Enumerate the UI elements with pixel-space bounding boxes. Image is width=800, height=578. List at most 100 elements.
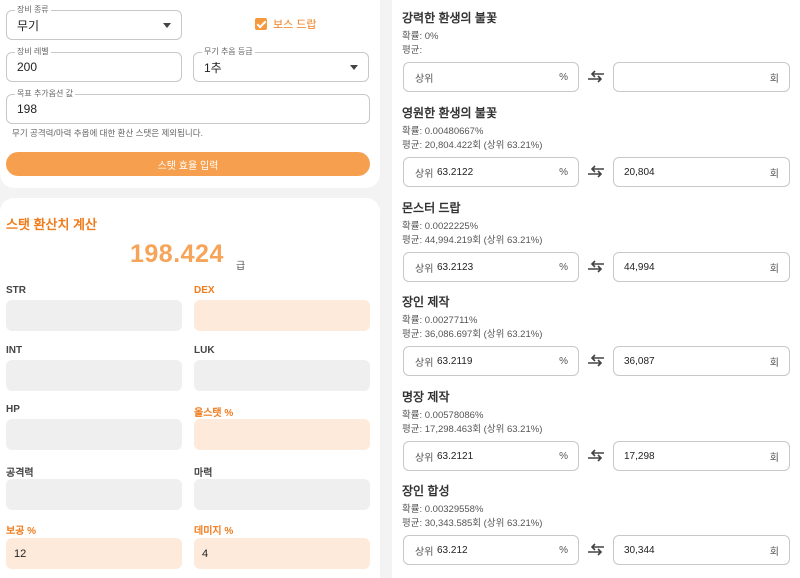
flame-avg: 평균: 36,086.697회 (상위 63.21%) [402,329,543,340]
stat-label-damage: 데미지 % [194,526,234,537]
stat-label-str: STR [6,285,26,296]
percentile-prefix: 상위 [415,357,434,369]
stat-input-magic[interactable] [194,479,370,510]
flame-grade-value: 1추 [204,60,222,75]
calc-title: 스탯 환산치 계산 [6,217,97,232]
count-value: 20,804 [624,166,655,178]
percentile-value: 63.2122 [437,166,474,178]
stat-input-damage[interactable]: 4 [194,538,370,569]
stat-input-allstat[interactable] [194,419,370,450]
target-option-input[interactable]: 목표 추가옵션 값 198 [6,89,370,124]
count-suffix: 회 [769,357,779,369]
stat-input-dex[interactable] [194,300,370,331]
count-value: 36,087 [624,355,655,367]
flame-title: 명장 제작 [402,390,450,404]
count-suffix: 회 [769,546,779,558]
flame-section: 강력한 환생의 불꽃 확률: 0% 평균: 상위 % 회 [392,0,800,94]
flame-title: 몬스터 드랍 [402,201,461,215]
stat-label-luk: LUK [194,345,215,356]
count-value: 30,344 [624,544,655,556]
flame-avg: 평균: 30,343.585회 (상위 63.21%) [402,518,543,529]
percentile-value: 63.2123 [437,261,474,273]
equip-level-value: 200 [17,60,38,74]
flame-section: 몬스터 드랍 확률: 0.0022225% 평균: 44,994.219회 (상… [392,190,800,284]
helper-text: 무기 공격력/마력 추옵에 대한 환산 스탯은 제외됩니다. [12,128,203,138]
percentile-input[interactable]: 상위 63.2119 % [403,346,579,376]
flame-title: 강력한 환생의 불꽃 [402,11,497,25]
percentile-input[interactable]: 상위 63.2121 % [403,441,579,471]
percentile-suffix: % [559,544,568,556]
checkbox-checked-icon[interactable] [255,18,267,30]
percentile-input[interactable]: 상위 % [403,62,579,92]
percentile-prefix: 상위 [415,263,434,275]
chevron-down-icon [163,23,171,28]
stat-label-magic: 마력 [194,468,213,479]
count-input[interactable]: 회 [613,62,790,92]
stat-input-attack[interactable] [6,479,182,510]
count-value: 44,994 [624,261,655,273]
percentile-value: 63.2119 [437,355,473,367]
count-suffix: 회 [769,263,779,275]
stat-input-hp[interactable] [6,419,182,450]
swap-arrows-icon[interactable] [586,68,606,86]
stat-label-hp: HP [6,404,20,415]
flame-grade-select[interactable]: 무기 추옵 등급 1추 [193,47,369,82]
stat-input-luk[interactable] [194,360,370,391]
count-value: 17,298 [624,450,655,462]
flame-prob: 확률: 0.00578086% [402,410,484,421]
flame-avg: 평균: [402,45,423,56]
flame-avg: 평균: 20,804.422회 (상위 63.21%) [402,140,543,151]
boss-drop-label: 보스 드랍 [273,19,317,31]
stat-label-dex: DEX [194,285,215,296]
percentile-input[interactable]: 상위 63.212 % [403,535,579,565]
percentile-suffix: % [559,71,568,83]
percentile-input[interactable]: 상위 63.2123 % [403,252,579,282]
boss-drop-checkbox[interactable]: 보스 드랍 [255,16,317,32]
equip-type-select[interactable]: 장비 종류 무기 [6,5,182,40]
flame-prob: 확률: 0.0027711% [402,315,478,326]
stat-label-allstat: 올스탯 % [194,408,234,419]
count-input[interactable]: 30,344 회 [613,535,790,565]
target-option-value: 198 [17,102,38,116]
stat-input-int[interactable] [6,360,182,391]
percentile-prefix: 상위 [415,73,434,85]
percentile-suffix: % [559,166,568,178]
flame-section: 명장 제작 확률: 0.00578086% 평균: 17,298.463회 (상… [392,379,800,473]
score-value: 198.424 [130,240,224,268]
percentile-suffix: % [559,261,568,273]
equip-level-input[interactable]: 장비 레벨 200 [6,47,182,82]
equipment-form-card: 장비 종류 무기 보스 드랍 장비 레벨 200 무기 추옵 등급 1추 목표 … [0,0,380,188]
percentile-prefix: 상위 [415,168,434,180]
stat-efficiency-button[interactable]: 스탯 효율 입력 [6,152,370,176]
count-suffix: 회 [769,168,779,180]
flame-section: 영원한 환생의 불꽃 확률: 0.00480667% 평균: 20,804.42… [392,95,800,189]
flame-avg: 평균: 44,994.219회 (상위 63.21%) [402,235,543,246]
swap-arrows-icon[interactable] [586,163,606,181]
flame-section: 장인 제작 확률: 0.0027711% 평균: 36,086.697회 (상위… [392,284,800,378]
swap-arrows-icon[interactable] [586,258,606,276]
flame-prob: 확률: 0% [402,31,439,42]
percentile-prefix: 상위 [415,546,434,558]
count-input[interactable]: 44,994 회 [613,252,790,282]
stat-input-boss-damage[interactable]: 12 [6,538,182,569]
flame-prob: 확률: 0.0022225% [402,221,479,232]
flame-section: 장인 합성 확률: 0.00329558% 평균: 30,343.585회 (상… [392,473,800,567]
percentile-suffix: % [559,450,568,462]
flame-prob: 확률: 0.00329558% [402,504,484,515]
count-input[interactable]: 20,804 회 [613,157,790,187]
swap-arrows-icon[interactable] [586,352,606,370]
count-input[interactable]: 36,087 회 [613,346,790,376]
stat-input-str[interactable] [6,300,182,331]
flame-title: 장인 합성 [402,484,450,498]
percentile-value: 63.212 [437,544,468,556]
stat-label-attack: 공격력 [6,468,34,479]
score-unit: 급 [236,261,246,272]
count-input[interactable]: 17,298 회 [613,441,790,471]
percentile-input[interactable]: 상위 63.2122 % [403,157,579,187]
swap-arrows-icon[interactable] [586,541,606,559]
flame-title: 영원한 환생의 불꽃 [402,106,497,120]
flame-prob: 확률: 0.00480667% [402,126,484,137]
stat-label-int: INT [6,345,23,356]
swap-arrows-icon[interactable] [586,447,606,465]
count-suffix: 회 [769,73,779,85]
